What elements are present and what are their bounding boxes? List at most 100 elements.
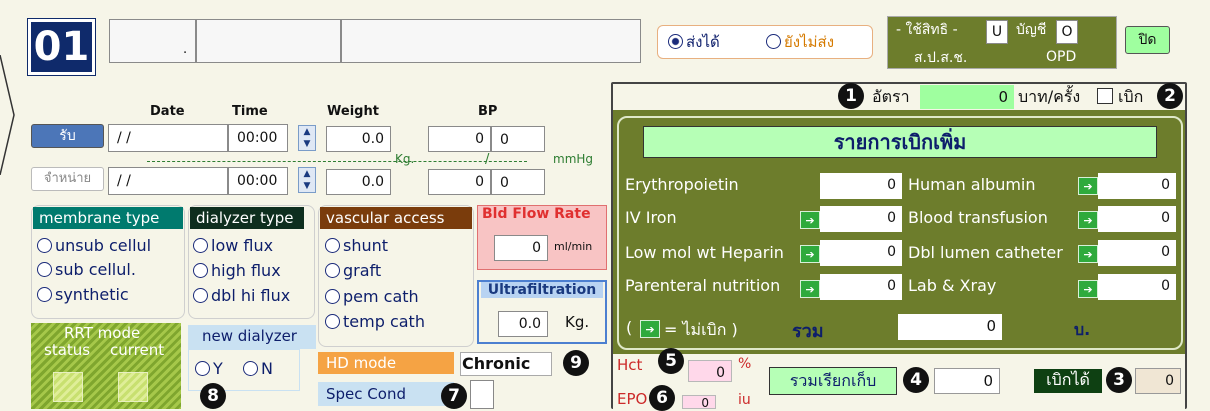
discharge-bp-systolic-input[interactable]: 0 [428,169,491,195]
close-button[interactable]: ปิด [1125,26,1170,54]
account-input[interactable]: O [1056,20,1078,44]
receive-bp-systolic-input[interactable]: 0 [428,126,491,152]
rights-input[interactable]: U [986,20,1008,44]
col-bp-header: BP [478,104,498,119]
send-ok-radio[interactable]: ส่งได้ [668,31,720,53]
billing-rate-input[interactable]: 0 [920,85,1014,109]
ultrafiltration-unit: Kg. [565,313,590,331]
receive-time-spinner[interactable]: ▲ ▼ [298,125,316,151]
billing-rate-unit: บาท/ครั้ง [1018,87,1081,106]
item-iv-iron-label: IV Iron [625,208,677,227]
discharge-date-input[interactable]: / / [108,167,228,195]
dialyzer-low-flux-radio[interactable]: low flux [193,235,273,257]
discharge-weight-input[interactable]: 0.0 [326,169,391,195]
item-iv-iron-value[interactable]: 0 [820,206,902,232]
blood-flow-title: Bld Flow Rate [482,206,591,222]
receive-date-input[interactable]: / / [108,124,228,152]
ultrafiltration-title: Ultrafiltration [481,282,603,298]
dialyzer-high-flux-radio[interactable]: high flux [193,260,281,282]
header-field-2[interactable]: . [183,19,341,63]
membrane-type-title: membrane type [33,207,183,229]
item-heparin-value[interactable]: 0 [820,240,902,266]
rrt-status-label: status [44,341,91,359]
receive-button[interactable]: รับ [31,124,104,148]
marker-8: 8 [200,383,226,409]
receive-bp-diastolic-input[interactable]: 0 [491,126,545,152]
col-time-header: Time [232,104,268,119]
hct-input[interactable]: 0 [688,360,732,382]
page-edge-arrow [0,55,15,175]
vascular-temp-cath-radio[interactable]: temp cath [325,311,425,333]
hct-label: Hct [617,356,643,374]
spec-cond-input[interactable] [470,380,494,409]
iv-iron-arrow-icon[interactable]: ➔ [800,211,820,229]
item-dbl-lumen-value[interactable]: 0 [1098,240,1176,266]
spec-cond-label: Spec Cond [318,382,454,406]
legend-text: = ไม่เบิก ) [664,320,738,339]
item-human-albumin-value[interactable]: 0 [1098,173,1176,199]
parenteral-arrow-icon[interactable]: ➔ [800,280,820,298]
vascular-pem-cath-radio[interactable]: pem cath [325,286,419,308]
marker-3: 3 [1106,367,1132,393]
account-label: บัญชี [1016,22,1047,38]
mmhg-unit-label: mmHg [553,152,594,166]
item-heparin-label: Low mol wt Heparin [625,243,784,262]
vascular-shunt-radio[interactable]: shunt [325,235,388,257]
albumin-arrow-icon[interactable]: ➔ [1078,177,1098,195]
receive-time-input[interactable]: 00:00 [228,124,288,152]
item-dbl-lumen-label: Dbl lumen catheter [908,243,1063,262]
discharge-bp-diastolic-input[interactable]: 0 [491,169,545,195]
discharge-button[interactable]: จำหน่าย [31,167,104,191]
marker-4: 4 [903,367,929,393]
col-weight-header: Weight [327,104,379,119]
item-blood-transfusion-value[interactable]: 0 [1098,206,1176,232]
vascular-graft-radio[interactable]: graft [325,260,381,282]
membrane-synthetic-radio[interactable]: synthetic [37,284,129,306]
sps-label: ส.ป.ส.ช. [914,50,968,66]
claimable-label: เบิกได้ [1034,369,1102,393]
lab-xray-arrow-icon[interactable]: ➔ [1078,280,1098,298]
baht-label: บ. [1074,320,1091,339]
rrt-status-field[interactable] [53,372,83,402]
hd-mode-label: HD mode [318,352,454,374]
discharge-time-input[interactable]: 00:00 [228,167,288,195]
vascular-access-title: vascular access [320,207,472,229]
epo-unit: iu [738,392,751,408]
claimable-value: 0 [1135,368,1181,394]
new-dialyzer-yes-radio[interactable]: Y [195,358,223,380]
item-lab-xray-label: Lab & Xray [908,276,997,295]
epo-label: EPO [617,390,648,408]
legend-open: ( [626,318,633,337]
heparin-arrow-icon[interactable]: ➔ [800,245,820,263]
claim-checkbox[interactable] [1097,88,1113,104]
rrt-current-field[interactable] [118,372,148,402]
dbl-lumen-arrow-icon[interactable]: ➔ [1078,245,1098,263]
item-human-albumin-label: Human albumin [908,175,1036,194]
item-lab-xray-value[interactable]: 0 [1098,274,1176,300]
total-value: 0 [898,314,1002,340]
new-dialyzer-no-radio[interactable]: N [243,358,273,380]
not-sent-radio[interactable]: ยังไม่ส่ง [766,31,834,53]
transfusion-arrow-icon[interactable]: ➔ [1078,211,1098,229]
membrane-unsub-cellul-radio[interactable]: unsub cellul [37,235,151,257]
discharge-time-spinner[interactable]: ▲ ▼ [298,167,316,193]
item-erythropoietin-value[interactable]: 0 [820,173,902,199]
marker-1: 1 [838,83,864,109]
receive-weight-input[interactable]: 0.0 [326,126,391,152]
item-parenteral-value[interactable]: 0 [820,274,902,300]
total-label: รวม [792,321,824,342]
membrane-sub-cellul-radio[interactable]: sub cellul. [37,259,136,281]
marker-2: 2 [1157,83,1183,109]
ultrafiltration-input[interactable]: 0.0 [498,311,548,337]
claim-label: เบิก [1118,87,1144,106]
rrt-current-label: current [110,341,165,359]
dialyzer-dbl-hi-flux-radio[interactable]: dbl hi flux [193,285,290,307]
billing-rate-label: อัตรา [872,87,910,106]
marker-5: 5 [658,348,684,374]
kg-unit-label: Kg. [395,152,415,166]
blood-flow-input[interactable]: 0 [494,235,548,261]
marker-7: 7 [441,383,467,409]
header-field-3[interactable] [341,19,641,63]
epo-input[interactable]: 0 [682,395,716,410]
hd-mode-value[interactable]: Chronic [460,352,552,376]
